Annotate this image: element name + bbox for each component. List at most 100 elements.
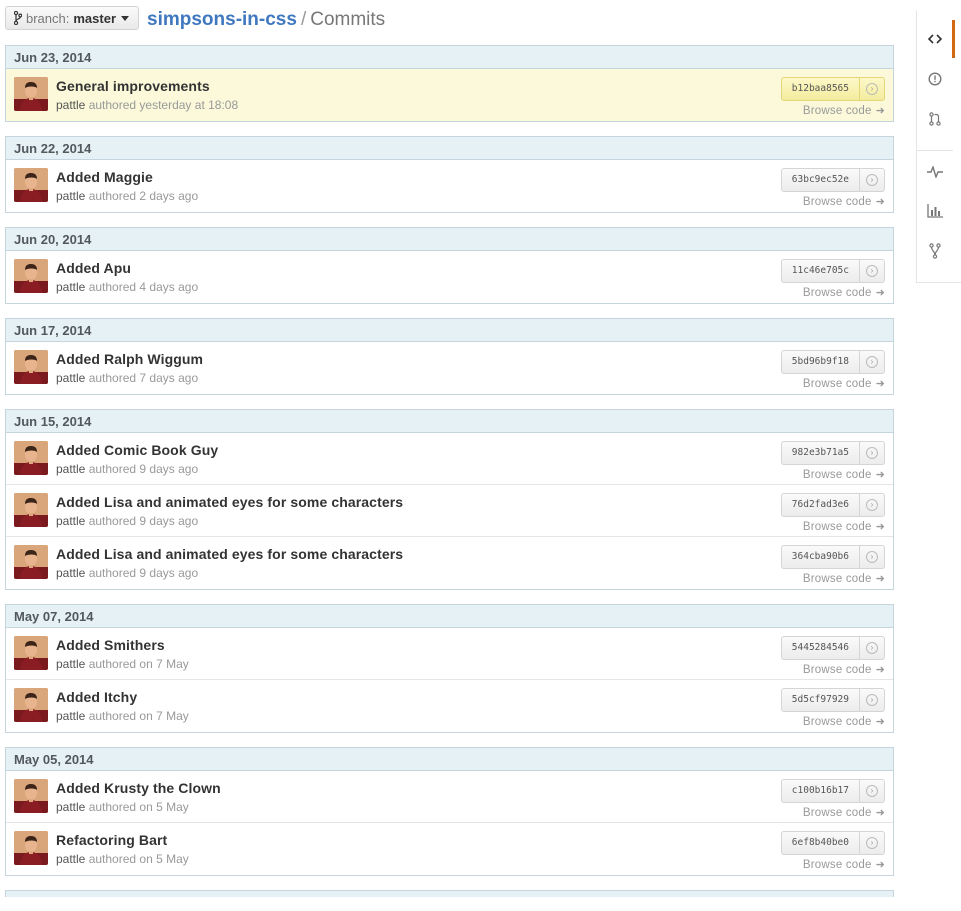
browse-code-label: Browse code: [802, 377, 872, 390]
browse-code-label: Browse code: [802, 104, 872, 117]
nav-issues-link[interactable]: [917, 60, 952, 98]
browse-code-link[interactable]: Browse code ➜: [803, 858, 885, 872]
commit-author-link[interactable]: pattle: [56, 371, 85, 385]
commit-group: Jun 23, 2014 General improvements pattle a…: [5, 45, 894, 122]
commit-author-link[interactable]: pattle: [56, 462, 85, 476]
issues-icon: [927, 72, 942, 86]
browse-code-link[interactable]: Browse code ➜: [802, 377, 885, 391]
commit-sha: 982e3b71a5: [782, 442, 860, 464]
branch-icon: [14, 11, 22, 25]
commit-meta: pattle authored on 5 May: [56, 852, 189, 866]
commit-sha: 5d5cf97929: [782, 689, 860, 711]
commit-list: Jun 23, 2014 General improvements pattle a…: [5, 45, 894, 911]
avatar[interactable]: [14, 77, 48, 111]
browse-code-link[interactable]: Browse code ➜: [803, 572, 885, 586]
browse-code-link[interactable]: Browse code ➜: [802, 806, 885, 820]
avatar[interactable]: [14, 350, 48, 384]
pull-request-icon: [928, 112, 941, 126]
commit-author-link[interactable]: pattle: [56, 189, 85, 203]
commit-author-link[interactable]: pattle: [56, 98, 85, 112]
browse-code-link[interactable]: Browse code ➜: [803, 468, 885, 482]
commit-title-link[interactable]: Added Apu: [56, 260, 131, 276]
arrow-right-icon: ➜: [875, 716, 885, 728]
browse-code-link[interactable]: Browse code ➜: [803, 286, 885, 300]
commit-time: authored 7 days ago: [88, 371, 199, 385]
commit-author-link[interactable]: pattle: [56, 514, 85, 528]
commit-row: General improvements pattle authored yest…: [6, 69, 893, 121]
commit-row: Added Maggie pattle authored 2 days ago 63…: [6, 160, 893, 212]
commit-meta: pattle authored yesterday at 18:08: [56, 98, 238, 112]
browse-code-link[interactable]: Browse code ➜: [802, 104, 885, 118]
nav-pull-requests-link[interactable]: [917, 100, 952, 138]
commit-sha-button[interactable]: 982e3b71a5 ›: [780, 441, 885, 465]
browse-code-link[interactable]: Browse code ➜: [803, 663, 885, 677]
commit-sha-button[interactable]: b12baa8565 ›: [780, 77, 885, 101]
browse-code-link[interactable]: Browse code ➜: [803, 715, 885, 729]
commit-title-link[interactable]: Added Maggie: [56, 169, 153, 185]
commit-author-link[interactable]: pattle: [56, 566, 85, 580]
branch-name: master: [73, 10, 117, 26]
commit-sha-button[interactable]: 63bc9ec52e ›: [780, 168, 885, 192]
commit-sha: b12baa8565: [782, 78, 860, 100]
commit-title-link[interactable]: Added Itchy: [56, 689, 137, 705]
commit-sha-button[interactable]: c100b16b17 ›: [780, 779, 885, 803]
commit-sha-button[interactable]: 364cba90b6 ›: [780, 545, 885, 569]
commit-author-link[interactable]: pattle: [56, 709, 85, 723]
avatar[interactable]: [14, 779, 48, 813]
commit-sha-button[interactable]: 76d2fad3e6 ›: [780, 493, 885, 517]
avatar[interactable]: [14, 688, 48, 722]
browse-code-link[interactable]: Browse code ➜: [803, 195, 885, 209]
commit-sha: 5bd96b9f18: [782, 351, 860, 373]
commit-sha-button[interactable]: 5d5cf97929 ›: [780, 688, 885, 712]
commit-title-link[interactable]: Refactoring Bart: [56, 832, 167, 848]
sha-arrow-icon: ›: [860, 689, 884, 711]
nav-pulse-link[interactable]: [917, 153, 952, 191]
commit-group-date: Jun 22, 2014: [6, 137, 893, 160]
arrow-right-icon: ➜: [875, 105, 885, 117]
avatar[interactable]: [14, 259, 48, 293]
commit-row: Added Itchy pattle authored on 7 May 5d5cf…: [6, 680, 893, 732]
branch-prefix: branch:: [26, 10, 70, 26]
commit-author-link[interactable]: pattle: [56, 280, 85, 294]
commit-sha-button[interactable]: 5445284546 ›: [780, 636, 885, 660]
commit-meta: pattle authored on 5 May: [56, 800, 189, 814]
repo-link[interactable]: simpsons-in-css: [147, 9, 297, 30]
commit-title-link[interactable]: General improvements: [56, 78, 210, 94]
arrow-right-icon: ➜: [875, 859, 885, 871]
commit-title-link[interactable]: Added Comic Book Guy: [56, 442, 218, 458]
commit-time: authored on 7 May: [88, 709, 189, 723]
avatar[interactable]: [14, 831, 48, 865]
avatar[interactable]: [14, 545, 48, 579]
commit-title-link[interactable]: Added Ralph Wiggum: [56, 351, 203, 367]
commit-meta: pattle authored 7 days ago: [56, 371, 198, 385]
commit-sha-button[interactable]: 5bd96b9f18 ›: [780, 350, 885, 374]
commit-sha: 11c46e705c: [782, 260, 860, 282]
commit-author-link[interactable]: pattle: [56, 800, 85, 814]
arrow-right-icon: ➜: [875, 573, 885, 585]
commit-title-link[interactable]: Added Lisa and animated eyes for some ch…: [56, 546, 403, 562]
commit-meta: pattle authored on 7 May: [56, 709, 189, 723]
commit-title-link[interactable]: Added Lisa and animated eyes for some ch…: [56, 494, 403, 510]
commit-author-link[interactable]: pattle: [56, 657, 85, 671]
commit-author-link[interactable]: pattle: [56, 852, 85, 866]
avatar[interactable]: [14, 493, 48, 527]
avatar[interactable]: [14, 636, 48, 670]
commit-title-link[interactable]: Added Smithers: [56, 637, 165, 653]
branch-select-button[interactable]: branch: master: [5, 6, 140, 30]
nav-graphs-link[interactable]: [917, 192, 952, 230]
commit-sha-button[interactable]: 11c46e705c ›: [780, 259, 885, 283]
browse-code-label: Browse code: [802, 806, 872, 819]
avatar[interactable]: [14, 441, 48, 475]
commit-time: authored 4 days ago: [88, 280, 199, 294]
commit-title-link[interactable]: Added Krusty the Clown: [56, 780, 221, 796]
commit-sha-button[interactable]: 6ef8b40be0 ›: [780, 831, 885, 855]
arrow-right-icon: ➜: [875, 469, 885, 481]
avatar[interactable]: [14, 168, 48, 202]
pulse-icon: [926, 166, 943, 178]
nav-network-link[interactable]: [917, 232, 952, 270]
commit-meta: pattle authored 9 days ago: [56, 462, 198, 476]
commit-meta: pattle authored on 7 May: [56, 657, 189, 671]
browse-code-label: Browse code: [802, 520, 872, 533]
nav-code-link[interactable]: [917, 20, 955, 58]
browse-code-link[interactable]: Browse code ➜: [802, 520, 885, 534]
